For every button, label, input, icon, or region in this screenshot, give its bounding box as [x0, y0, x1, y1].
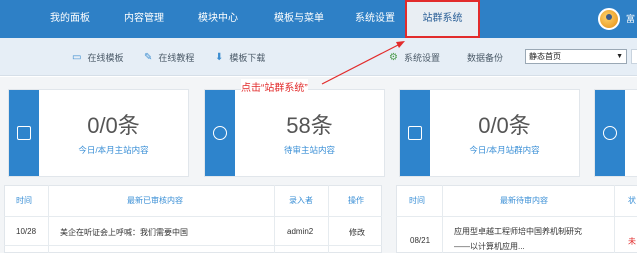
nav-item-my-panel[interactable]: 我的面板 — [40, 0, 100, 38]
row-time: 10/28 — [16, 227, 37, 236]
row-content-link[interactable]: 美企在听证会上呼喊：我们需要中国 — [60, 227, 188, 238]
table-header-time: 时间 — [16, 196, 32, 205]
column-divider — [274, 185, 275, 253]
table-header-content: 最新已审核内容 — [127, 196, 183, 205]
download-icon: ⬇ — [215, 52, 224, 63]
row-divider — [4, 245, 382, 246]
stat-card-group-today: 0/0条 今日/本月站群内容 — [399, 89, 580, 177]
reviewed-content-table — [4, 185, 382, 253]
online-template-link[interactable]: ▭ 在线模板 — [72, 51, 123, 64]
column-divider — [48, 185, 49, 253]
clock-icon — [213, 126, 227, 140]
stat-value: 0/0条 — [478, 113, 531, 138]
user-avatar[interactable] — [598, 8, 620, 30]
stat-icon-box — [595, 90, 625, 176]
stat-icon-box — [400, 90, 430, 176]
column-divider — [614, 185, 615, 253]
row-content-link-cont[interactable]: ——以计算机应用... — [454, 241, 525, 252]
stat-card-partial — [594, 89, 637, 177]
system-settings-label: 系统设置 — [403, 53, 440, 63]
table-header-content: 最新待审内容 — [500, 196, 548, 205]
monitor-icon: ▭ — [72, 52, 82, 63]
row-edit-link[interactable]: 修改 — [349, 227, 365, 238]
top-nav-bar: 我的面板 内容管理 模块中心 模板与菜单 系统设置 站群系统 富 — [0, 0, 637, 38]
template-download-link[interactable]: ⬇ 模板下载 — [215, 51, 265, 64]
annotation-text: 点击“站群系统” — [241, 79, 308, 94]
row-author: admin2 — [287, 227, 314, 236]
column-divider — [442, 185, 443, 253]
row-divider — [396, 216, 637, 217]
row-time: 08/21 — [410, 236, 431, 245]
nav-item-content-management[interactable]: 内容管理 — [114, 0, 174, 38]
row-divider — [4, 216, 382, 217]
stat-value: 58条 — [286, 113, 333, 138]
sub-toolbar: ▭ 在线模板 ✎ 在线教程 ⬇ 模板下载 ⚙ 系统设置 数据备份 静态首页 ▼ — [0, 38, 637, 76]
table-header-action: 操作 — [348, 196, 364, 205]
book-icon: ✎ — [144, 52, 153, 63]
row-status: 未 — [628, 237, 636, 246]
online-template-label: 在线模板 — [87, 53, 124, 63]
user-name[interactable]: 富 — [626, 12, 635, 25]
chevron-down-icon: ▼ — [616, 53, 623, 60]
stat-label[interactable]: 待审主站内容 — [235, 144, 384, 156]
nav-item-templates-menus[interactable]: 模板与菜单 — [264, 0, 334, 38]
nav-item-module-center[interactable]: 模块中心 — [188, 0, 248, 38]
generate-checkbox[interactable] — [631, 49, 637, 64]
stat-label[interactable]: 今日/本月主站内容 — [39, 144, 188, 156]
nav-item-site-group-system[interactable]: 站群系统 — [407, 0, 478, 38]
stat-icon-box — [9, 90, 39, 176]
table-header-time: 时间 — [409, 196, 425, 205]
stat-icon-box — [205, 90, 235, 176]
homepage-select-value: 静态首页 — [529, 52, 561, 61]
system-settings-link[interactable]: ⚙ 系统设置 — [389, 51, 440, 64]
table-header-author: 录入者 — [289, 196, 313, 205]
stat-value: 0/0条 — [87, 113, 140, 138]
column-divider — [328, 185, 329, 253]
row-content-link[interactable]: 应用型卓越工程师培中国养机制研究 — [454, 226, 582, 237]
stat-card-main-today: 0/0条 今日/本月主站内容 — [8, 89, 189, 177]
calendar-check-icon — [408, 126, 422, 140]
nav-item-system-settings[interactable]: 系统设置 — [345, 0, 405, 38]
online-tutorial-link[interactable]: ✎ 在线教程 — [144, 51, 194, 64]
user-icon — [603, 126, 617, 140]
stat-label[interactable]: 今日/本月站群内容 — [430, 144, 579, 156]
data-backup-link[interactable]: 数据备份 — [467, 51, 503, 64]
gear-icon: ⚙ — [389, 52, 398, 63]
online-tutorial-label: 在线教程 — [158, 53, 195, 63]
data-backup-label: 数据备份 — [467, 53, 504, 63]
calendar-icon — [17, 126, 31, 140]
stat-card-main-pending: 58条 待审主站内容 — [204, 89, 385, 177]
template-download-label: 模板下载 — [229, 53, 266, 63]
homepage-select[interactable]: 静态首页 ▼ — [525, 49, 627, 64]
table-header-status: 状 — [628, 196, 636, 205]
